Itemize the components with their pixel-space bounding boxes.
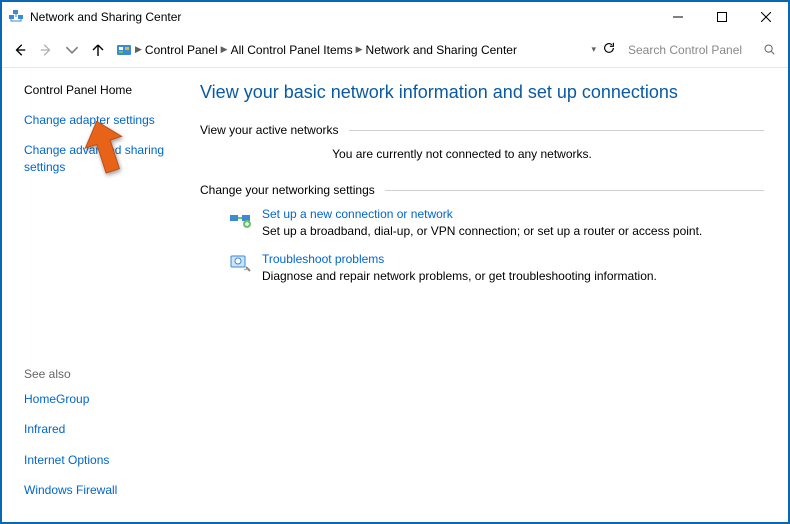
control-panel-icon (116, 42, 132, 58)
breadcrumb-item[interactable]: Control Panel (145, 43, 218, 57)
troubleshoot-icon (228, 252, 252, 276)
no-network-message: You are currently not connected to any n… (200, 147, 764, 161)
setup-connection-link[interactable]: Set up a new connection or network (262, 207, 453, 221)
change-adapter-settings-link[interactable]: Change adapter settings (24, 112, 192, 128)
up-button[interactable] (86, 38, 110, 62)
forward-button[interactable] (34, 38, 58, 62)
breadcrumb-item[interactable]: Network and Sharing Center (366, 43, 517, 57)
refresh-button[interactable] (602, 41, 616, 58)
networking-settings-heading: Change your networking settings (200, 183, 375, 197)
chevron-right-icon: ▶ (135, 44, 142, 55)
breadcrumb[interactable]: ▶ Control Panel ▶ All Control Panel Item… (112, 38, 620, 62)
troubleshoot-desc: Diagnose and repair network problems, or… (262, 269, 657, 283)
page-title: View your basic network information and … (200, 82, 764, 103)
troubleshoot-link[interactable]: Troubleshoot problems (262, 252, 384, 266)
active-networks-heading: View your active networks (200, 123, 339, 137)
control-panel-home-link[interactable]: Control Panel Home (24, 82, 192, 98)
maximize-button[interactable] (700, 3, 744, 31)
chevron-down-icon[interactable]: ▾ (591, 44, 596, 55)
network-center-icon (8, 9, 24, 25)
see-also-infrared[interactable]: Infrared (24, 421, 192, 437)
search-icon[interactable] (763, 43, 776, 57)
back-button[interactable] (8, 38, 32, 62)
window-title: Network and Sharing Center (30, 10, 656, 24)
search-input[interactable] (628, 43, 763, 57)
see-also-label: See also (24, 367, 192, 381)
see-also-homegroup[interactable]: HomeGroup (24, 391, 192, 407)
new-connection-icon (228, 207, 252, 231)
divider (349, 130, 764, 131)
see-also-internet-options[interactable]: Internet Options (24, 452, 192, 468)
divider (385, 190, 764, 191)
close-button[interactable] (744, 3, 788, 31)
chevron-right-icon: ▶ (356, 44, 363, 55)
recent-dropdown[interactable] (60, 38, 84, 62)
change-advanced-sharing-link[interactable]: Change advanced sharing settings (24, 142, 174, 174)
minimize-button[interactable] (656, 3, 700, 31)
setup-connection-desc: Set up a broadband, dial-up, or VPN conn… (262, 224, 702, 238)
search-box[interactable] (622, 38, 782, 62)
chevron-right-icon: ▶ (221, 44, 228, 55)
breadcrumb-item[interactable]: All Control Panel Items (231, 43, 353, 57)
see-also-windows-firewall[interactable]: Windows Firewall (24, 482, 192, 498)
